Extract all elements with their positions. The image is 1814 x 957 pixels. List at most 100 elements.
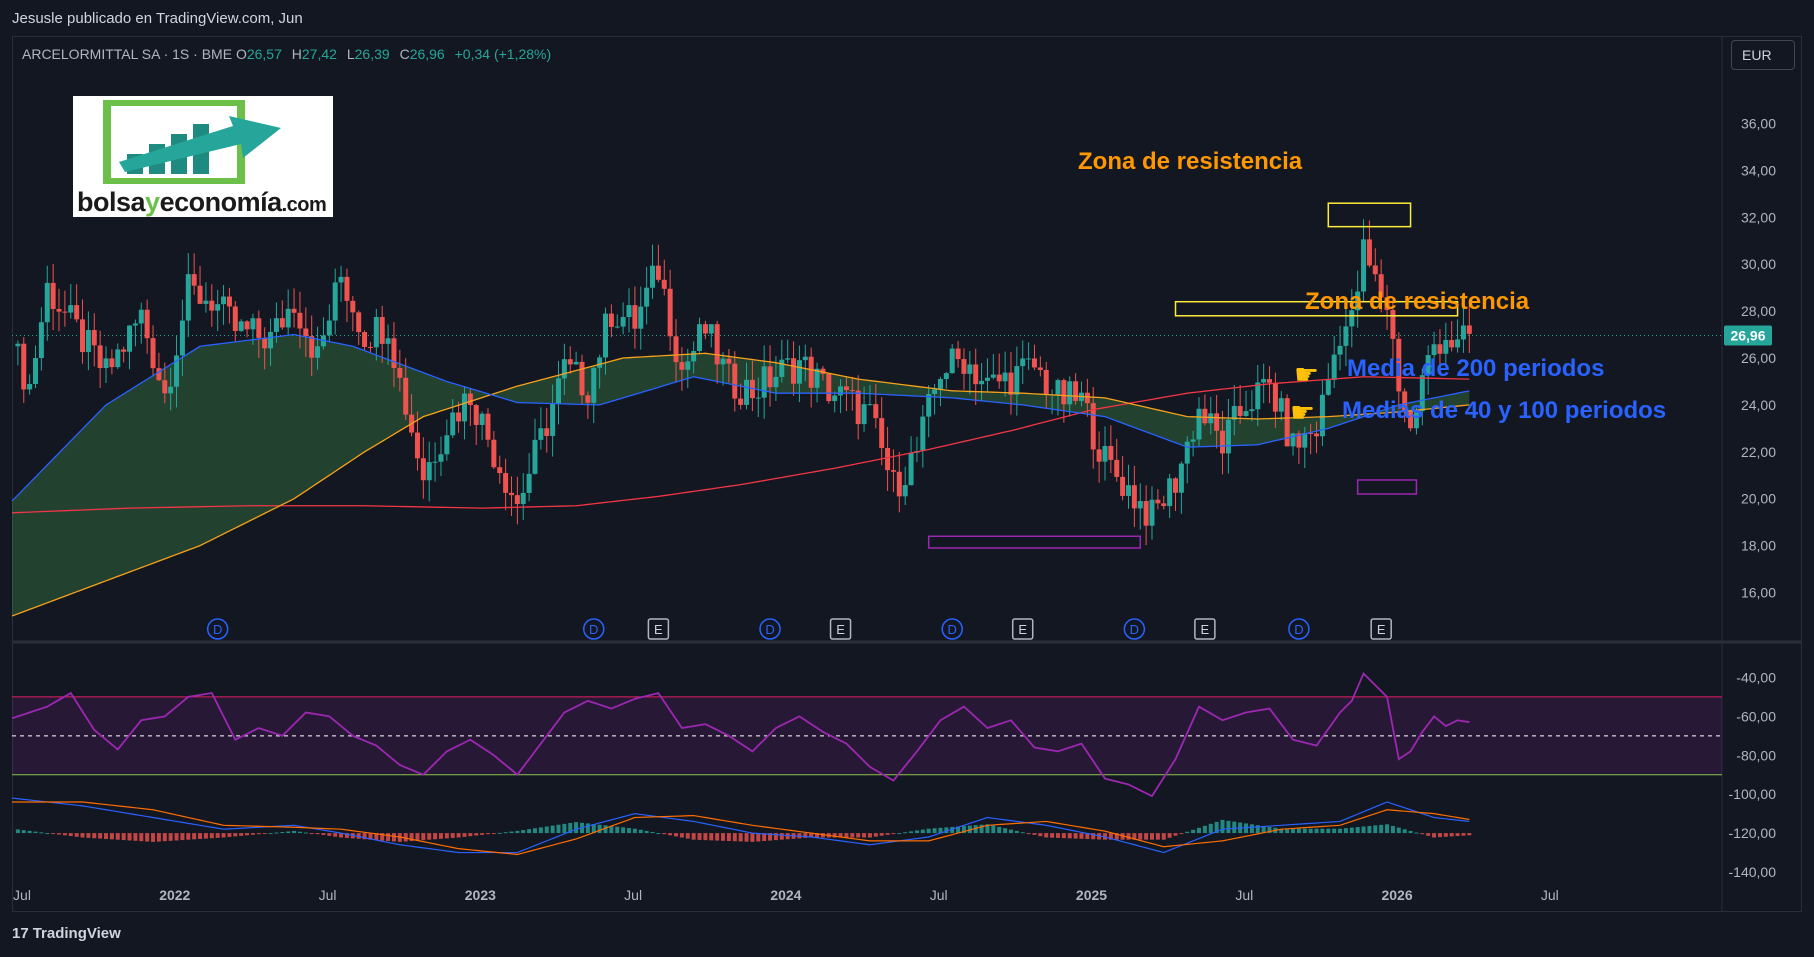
- macd-hist-down: [51, 833, 56, 835]
- candle-body-up: [250, 318, 256, 330]
- candle-body-up: [332, 282, 338, 321]
- macd-hist-up: [1191, 829, 1196, 834]
- macd-hist-down: [438, 833, 443, 839]
- macd-hist-up: [527, 829, 532, 834]
- macd-hist-up: [280, 831, 285, 834]
- price-axis-tick: 30,00: [1741, 256, 1776, 272]
- macd-hist-down: [1079, 833, 1084, 839]
- candle-body-down: [1043, 370, 1049, 395]
- candle-body-up: [1278, 398, 1284, 412]
- candle-body-down: [150, 338, 156, 369]
- candle-body-up: [385, 338, 391, 344]
- candle-body-down: [209, 300, 215, 311]
- macd-hist-up: [497, 832, 502, 834]
- candle-body-up: [38, 322, 44, 359]
- candle-body-up: [614, 326, 620, 328]
- time-axis-tick: Jul: [1541, 887, 1559, 903]
- candle-body-down: [1143, 501, 1149, 526]
- candle-body-up: [1331, 354, 1337, 380]
- candle-body-up: [526, 473, 532, 493]
- candle-body-up: [773, 376, 779, 388]
- candle-body-down: [420, 458, 426, 481]
- candle-body-up: [1020, 358, 1026, 367]
- annotation-resistance-mid: Zona de resistencia: [1305, 288, 1530, 315]
- candle-body-up: [744, 379, 750, 405]
- macd-hist-up: [292, 830, 297, 834]
- macd-hist-up: [1003, 828, 1008, 834]
- macd-hist-up: [509, 831, 514, 834]
- macd-hist-down: [480, 833, 485, 835]
- symbol-legend[interactable]: ARCELORMITTAL SA · 1S · BME O26,57 H27,4…: [22, 46, 557, 62]
- macd-hist-down: [867, 833, 872, 838]
- macd-hist-down: [156, 833, 161, 842]
- candle-body-down: [579, 361, 585, 396]
- macd-hist-up: [597, 824, 602, 834]
- macd-hist-up: [585, 823, 590, 834]
- candle-body-down: [1284, 398, 1290, 447]
- macd-hist-down: [186, 833, 191, 840]
- annotation-ma40-100: Medias de 40 y 100 periodos: [1342, 397, 1667, 424]
- candle-body-down: [1008, 372, 1014, 395]
- candle-body-down: [226, 296, 232, 307]
- macd-hist-down: [127, 833, 132, 841]
- macd-hist-up: [515, 830, 520, 834]
- logo-word-bolsa: bolsa: [77, 187, 146, 217]
- macd-hist-up: [1355, 827, 1360, 834]
- macd-hist-up: [1020, 832, 1025, 834]
- candle-body-down: [74, 305, 80, 320]
- macd-hist-up: [1408, 830, 1413, 834]
- macd-hist-down: [856, 833, 861, 838]
- macd-hist-up: [1414, 832, 1419, 834]
- candle-body-up: [603, 313, 609, 358]
- macd-hist-down: [121, 833, 126, 841]
- price-axis-tick: 32,00: [1741, 209, 1776, 225]
- ohlc-close-label: C: [399, 46, 410, 62]
- time-axis-tick: Jul: [13, 887, 31, 903]
- pointing-hand-icon: ☛: [1290, 396, 1315, 429]
- macd-hist-down: [203, 833, 208, 839]
- candle-body-down: [873, 404, 879, 419]
- candle-body-down: [585, 395, 591, 403]
- macd-hist-up: [1185, 831, 1190, 834]
- macd-hist-down: [450, 833, 455, 838]
- candle-body-up: [132, 323, 138, 326]
- candle-body-up: [1431, 344, 1437, 356]
- tradingview-footer[interactable]: 17 TradingView: [12, 925, 121, 942]
- time-axis-tick: Jul: [624, 887, 642, 903]
- candle-body-up: [1343, 326, 1349, 346]
- candle-body-up: [796, 360, 802, 384]
- macd-hist-up: [1361, 826, 1366, 834]
- oscillator-axis-tick: -40,00: [1736, 669, 1776, 685]
- candle-body-up: [943, 373, 949, 380]
- candle-body-down: [885, 448, 891, 471]
- macd-hist-up: [1202, 825, 1207, 834]
- logo-word-com: .com: [281, 194, 327, 216]
- candle-body-up: [127, 325, 133, 352]
- candle-body-up: [1455, 339, 1461, 348]
- candle-body-up: [479, 413, 485, 425]
- candle-body-down: [156, 368, 162, 381]
- macd-hist-up: [1197, 827, 1202, 834]
- macd-hist-up: [521, 830, 526, 834]
- candle-body-up: [338, 276, 344, 283]
- ohlc-low-label: L: [346, 46, 355, 62]
- macd-hist-up: [1338, 828, 1343, 834]
- macd-hist-down: [386, 833, 391, 842]
- macd-hist-down: [221, 833, 226, 838]
- annotation-resistance-top: Zona de resistencia: [1078, 148, 1303, 175]
- macd-hist-down: [1038, 833, 1043, 837]
- candle-body-down: [162, 380, 168, 394]
- candle-body-up: [597, 357, 603, 368]
- candle-body-up: [638, 306, 644, 329]
- macd-hist-down: [891, 833, 896, 835]
- currency-button[interactable]: EUR: [1731, 40, 1795, 70]
- candle-body-down: [1155, 499, 1161, 504]
- macd-hist-down: [1155, 833, 1160, 840]
- candle-body-down: [309, 336, 315, 358]
- time-axis-tick: Jul: [930, 887, 948, 903]
- candle-body-down: [1161, 503, 1167, 507]
- macd-hist-down: [321, 833, 326, 836]
- candle-body-down: [350, 300, 356, 313]
- macd-hist-up: [297, 831, 302, 834]
- candle-body-down: [279, 318, 285, 328]
